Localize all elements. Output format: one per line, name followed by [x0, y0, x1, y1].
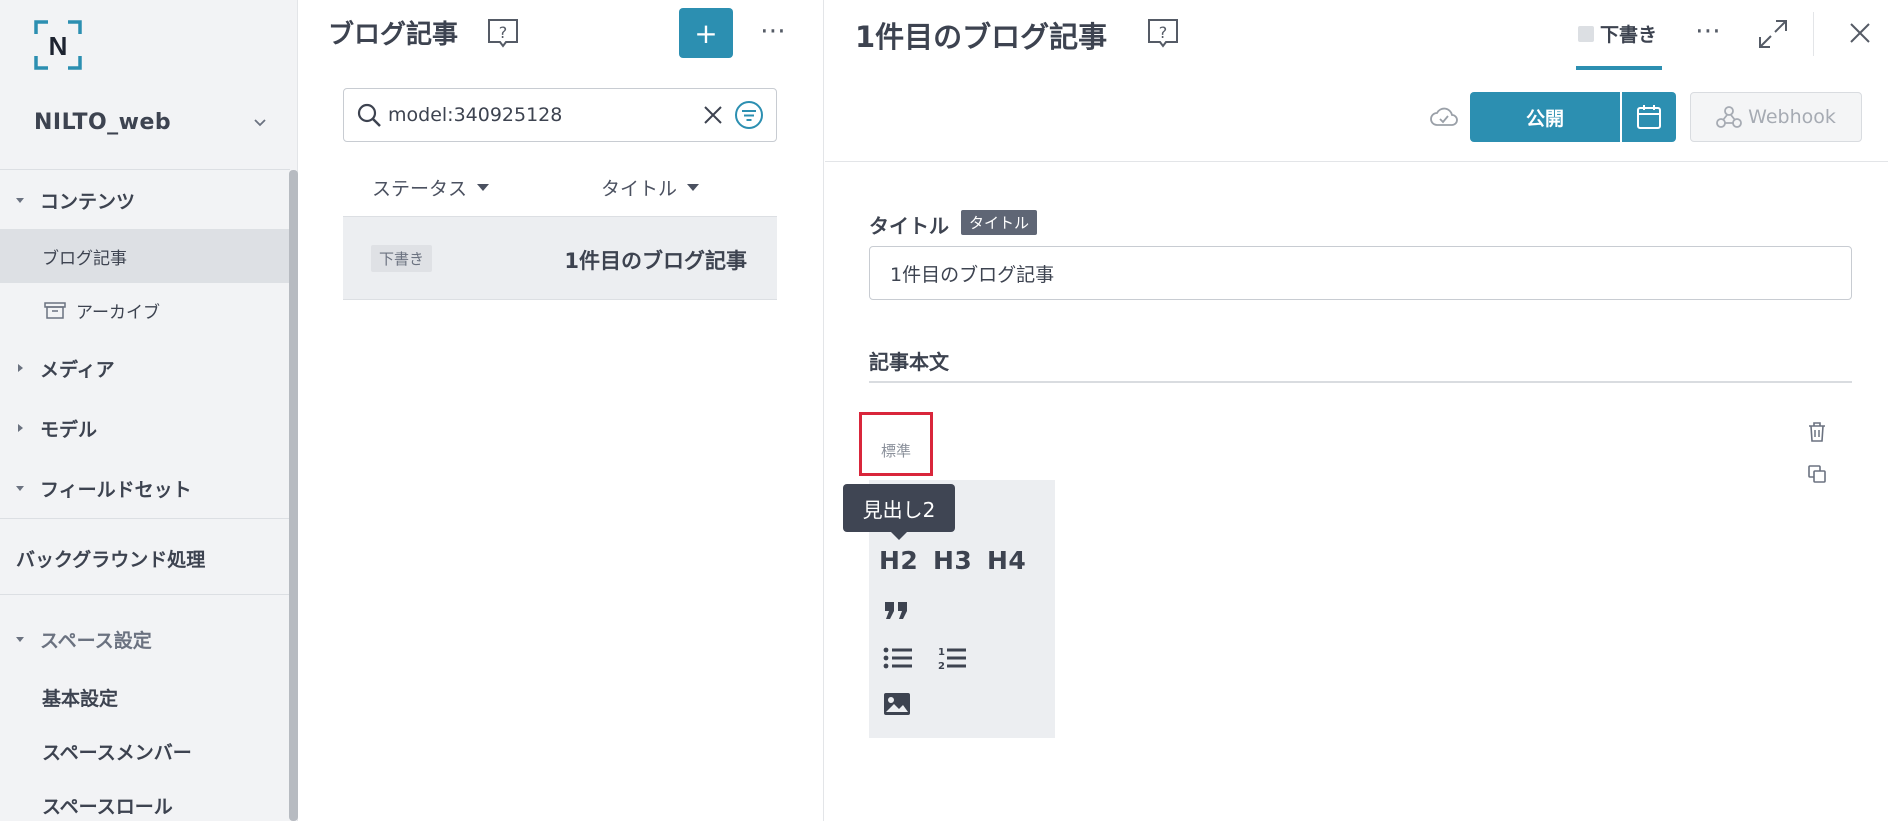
sidebar-divider	[0, 169, 290, 170]
status-tab-draft[interactable]: 下書き	[1576, 0, 1662, 70]
body-divider	[869, 381, 1852, 383]
sidebar-scrollbar[interactable]	[289, 170, 298, 821]
space-switcher[interactable]: NILTO_web	[0, 100, 290, 144]
bullet-list-icon[interactable]	[883, 646, 913, 670]
block-type-selector[interactable]: 標準	[859, 412, 933, 476]
sidebar-group-fieldset[interactable]: フィールドセット	[0, 468, 290, 508]
schedule-button[interactable]	[1622, 92, 1676, 142]
numbered-list-icon[interactable]: 1 2	[937, 644, 967, 672]
clear-search-icon[interactable]	[700, 102, 726, 128]
sidebar-item-archive[interactable]: アーカイブ	[0, 283, 290, 337]
sidebar-item-roles[interactable]: スペースロール	[42, 792, 173, 819]
field-title-label: タイトル	[869, 214, 949, 238]
webhook-button[interactable]: Webhook	[1690, 92, 1862, 142]
help-icon[interactable]: ?	[1146, 17, 1180, 49]
list-title: ブログ記事	[328, 20, 459, 50]
row-title: 1件目のブログ記事	[564, 249, 747, 273]
column-header-status[interactable]: ステータス	[372, 174, 490, 201]
sidebar-group-model[interactable]: モデル	[0, 408, 290, 448]
column-label: タイトル	[601, 178, 678, 200]
image-icon[interactable]	[883, 692, 911, 716]
sidebar-item-members[interactable]: スペースメンバー	[42, 738, 192, 765]
search-input[interactable]: model:340925128	[388, 104, 700, 126]
more-options-icon[interactable]: ⋯	[760, 16, 787, 46]
sidebar-divider	[0, 594, 290, 595]
webhook-label: Webhook	[1748, 106, 1836, 128]
sidebar-group-label: コンテンツ	[40, 190, 136, 213]
status-badge: 下書き	[371, 245, 433, 272]
cloud-check-icon	[1430, 107, 1458, 126]
sidebar-divider	[0, 518, 290, 519]
status-tab-label: 下書き	[1600, 24, 1658, 46]
sidebar: N NILTO_web コンテンツ ブログ記事 アーカイブ メディア モデル フ…	[0, 0, 298, 821]
trash-icon[interactable]	[1807, 421, 1827, 443]
column-label: ステータス	[372, 178, 468, 200]
sidebar-group-label: メディア	[40, 358, 115, 381]
active-tab-underline	[1576, 66, 1662, 70]
calendar-icon	[1637, 105, 1661, 129]
svg-text:?: ?	[499, 23, 508, 42]
sidebar-group-label: スペース設定	[40, 629, 152, 652]
caret-right-icon	[18, 364, 23, 372]
svg-text:2: 2	[938, 661, 945, 672]
sidebar-group-media[interactable]: メディア	[0, 348, 290, 388]
sidebar-group-contents[interactable]: コンテンツ	[0, 180, 290, 220]
sidebar-item-background[interactable]: バックグラウンド処理	[16, 545, 205, 572]
heading-4-button[interactable]: H4	[987, 546, 1026, 575]
sidebar-group-label: モデル	[40, 418, 98, 441]
sidebar-group-space-settings[interactable]: スペース設定	[0, 619, 290, 659]
more-options-icon[interactable]: ⋯	[1695, 16, 1722, 46]
search-icon	[357, 103, 381, 127]
field-type-tag: タイトル	[961, 210, 1038, 235]
table-row[interactable]: 下書き 1件目のブログ記事	[343, 216, 777, 300]
field-body-label: 記事本文	[869, 350, 949, 374]
sidebar-group-label: フィールドセット	[40, 478, 192, 501]
caret-down-icon	[16, 637, 24, 642]
title-input[interactable]: 1件目のブログ記事	[869, 246, 1852, 300]
expand-icon[interactable]	[1757, 18, 1789, 50]
chevron-down-icon	[254, 119, 266, 127]
nilto-logo[interactable]: N	[34, 20, 82, 70]
tooltip: 見出し2	[843, 484, 955, 540]
sidebar-item-blog[interactable]: ブログ記事	[0, 229, 290, 283]
header-separator	[1813, 12, 1814, 56]
sidebar-item-label: ブログ記事	[42, 248, 127, 269]
close-icon[interactable]	[1847, 20, 1873, 46]
add-entry-button[interactable]: +	[679, 8, 733, 58]
svg-text:?: ?	[1159, 23, 1168, 42]
heading-3-button[interactable]: H3	[933, 546, 972, 575]
archive-icon	[44, 302, 66, 319]
sidebar-item-label: アーカイブ	[76, 302, 160, 323]
column-header-title[interactable]: タイトル	[601, 174, 700, 201]
quote-icon[interactable]	[883, 600, 911, 622]
duplicate-icon[interactable]	[1807, 464, 1827, 484]
svg-text:1: 1	[938, 647, 945, 658]
entry-title: 1件目のブログ記事	[855, 20, 1108, 54]
sort-caret-icon	[477, 184, 490, 191]
detail-pane: 1件目のブログ記事 ? 下書き ⋯ 公開 Webhook タイトル タイトル 1…	[825, 0, 1888, 821]
help-icon[interactable]: ?	[486, 17, 520, 49]
caret-down-icon	[16, 198, 24, 203]
caret-right-icon	[18, 424, 23, 432]
filter-icon[interactable]	[734, 100, 764, 130]
list-pane: ブログ記事 ? + ⋯ model:340925128 ステータス タイトル 下…	[298, 0, 824, 821]
search-field[interactable]: model:340925128	[343, 88, 777, 142]
status-indicator	[1578, 26, 1594, 42]
sort-caret-icon	[687, 184, 700, 191]
publish-button[interactable]: 公開	[1470, 92, 1620, 142]
detail-divider	[825, 161, 1888, 162]
sidebar-item-basic[interactable]: 基本設定	[42, 684, 118, 711]
heading-2-button[interactable]: H2	[879, 546, 918, 575]
webhook-icon	[1716, 106, 1743, 128]
caret-down-icon	[16, 486, 24, 491]
space-name: NILTO_web	[34, 109, 172, 135]
svg-text:N: N	[49, 31, 68, 61]
